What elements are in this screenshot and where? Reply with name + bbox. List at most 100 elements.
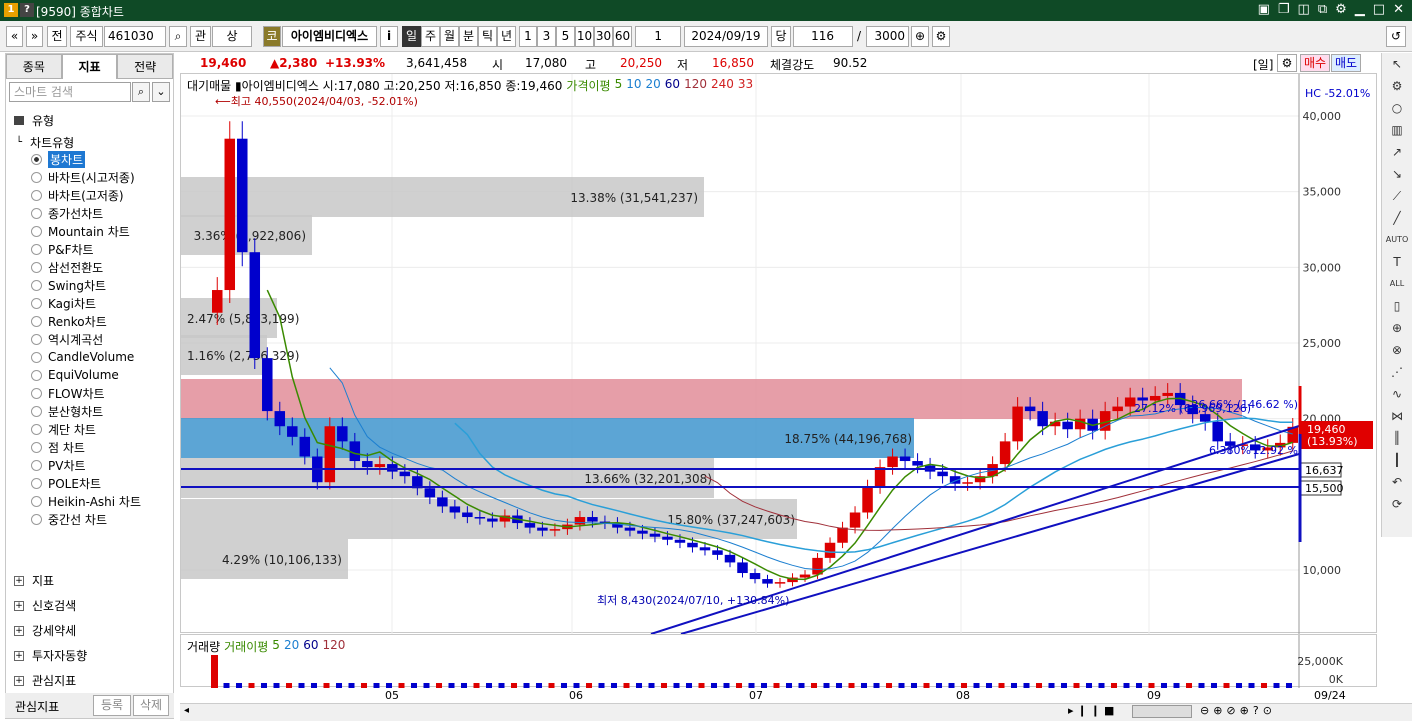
market-select[interactable]: 주식 — [70, 26, 103, 47]
chart-type-3[interactable]: 종가선차트 — [31, 204, 103, 222]
chart-type-20[interactable]: 중간선 차트 — [31, 510, 107, 528]
info-button[interactable]: i — [380, 26, 398, 47]
capture-icon[interactable]: ◫ — [1298, 2, 1310, 17]
playback-controls[interactable]: ▸❙❙■ — [1068, 704, 1118, 717]
zoom-tool-icon[interactable]: ⊕ — [1382, 317, 1412, 339]
interval-3[interactable]: 3 — [537, 26, 556, 47]
chart-type-8[interactable]: Kagi차트 — [31, 294, 96, 312]
expand-icon[interactable]: + — [14, 650, 24, 661]
tab-strategy[interactable]: 전략 — [117, 54, 174, 79]
close-icon[interactable]: ✕ — [1393, 2, 1404, 17]
all-icon[interactable]: ALL — [1382, 273, 1412, 295]
cursor-icon[interactable]: ↖ — [1382, 53, 1412, 75]
history-button[interactable]: » — [26, 26, 43, 47]
text-icon[interactable]: T — [1382, 251, 1412, 273]
chart-type-10[interactable]: 역시계곡선 — [31, 330, 103, 348]
line-icon[interactable]: ╱ — [1382, 207, 1412, 229]
radio-icon[interactable] — [31, 171, 42, 183]
chart-type-15[interactable]: 계단 차트 — [31, 420, 96, 438]
radio-icon[interactable] — [31, 441, 42, 453]
chart-type-1[interactable]: 바차트(시고저종) — [31, 168, 135, 186]
search-icon[interactable]: ⌕ — [169, 26, 187, 47]
interval-select[interactable]: 1 — [635, 26, 681, 47]
period-tick[interactable]: 틱 — [478, 26, 497, 47]
price-chart[interactable]: 13.38% (31,541,237) 3.36% (7,922,806) 2.47… — [180, 73, 1377, 634]
copy-icon[interactable]: ❐ — [1278, 2, 1290, 17]
buy-button[interactable]: 매수 — [1300, 54, 1330, 72]
related-button[interactable]: 관 — [190, 26, 211, 47]
chart-type-12[interactable]: EquiVolume — [31, 366, 119, 384]
volume-chart[interactable]: 25,000K 0K 거래량 거래이평 5 20 60 120 — [180, 634, 1377, 688]
radio-icon[interactable] — [31, 207, 42, 219]
radio-icon[interactable] — [31, 513, 42, 525]
minimize-icon[interactable]: ▁ — [1355, 2, 1365, 17]
chart-type-2[interactable]: 바차트(고저종) — [31, 186, 124, 204]
radio-icon[interactable] — [31, 495, 42, 507]
bar-tool-icon[interactable]: ▥ — [1382, 119, 1412, 141]
total-input[interactable]: 3000 — [866, 26, 909, 47]
pattern-icon[interactable]: ⋈ — [1382, 405, 1412, 427]
help-icon[interactable]: ? — [20, 3, 34, 17]
pin-icon[interactable]: ▣ — [1258, 2, 1270, 17]
radio-icon[interactable] — [31, 351, 42, 363]
count-input[interactable]: 116 — [793, 26, 853, 47]
section-type[interactable]: 유형 — [14, 112, 54, 129]
stock-name[interactable]: 아이엠비디엑스 — [282, 26, 377, 47]
wave-icon[interactable]: ∿ — [1382, 383, 1412, 405]
prev-page-button[interactable]: « — [6, 26, 23, 47]
radio-icon[interactable] — [31, 477, 42, 489]
radio-icon[interactable] — [31, 297, 42, 309]
zoom-icon[interactable]: ⊕ — [911, 26, 929, 47]
chart-gear-icon[interactable]: ⚙ — [1277, 54, 1297, 72]
period-week[interactable]: 주 — [421, 26, 440, 47]
sell-button[interactable]: 매도 — [1331, 54, 1361, 72]
radio-icon[interactable] — [31, 459, 42, 471]
chart-type-19[interactable]: Heikin-Ashi 차트 — [31, 492, 141, 510]
settings-icon[interactable]: ⚙ — [1335, 2, 1347, 17]
group-3[interactable]: + 투자자동향 — [14, 647, 87, 664]
radio-icon[interactable] — [31, 405, 42, 417]
radio-icon[interactable] — [31, 225, 42, 237]
trend3-icon[interactable]: ⟋ — [1382, 185, 1412, 207]
period-day[interactable]: 일 — [402, 26, 421, 47]
group-2[interactable]: + 강세약세 — [14, 622, 76, 639]
refresh-icon[interactable]: ⟳ — [1382, 493, 1412, 515]
radio-icon[interactable] — [31, 243, 42, 255]
trend2-icon[interactable]: ↘ — [1382, 163, 1412, 185]
chevron-down-icon[interactable]: ⌄ — [152, 82, 170, 102]
group-4[interactable]: + 관심지표 — [14, 672, 76, 689]
smart-search-input[interactable]: 스마트 검색 — [9, 82, 131, 102]
interval-30[interactable]: 30 — [594, 26, 613, 47]
scroll-left-icon[interactable]: ◂ — [184, 705, 189, 716]
radio-icon[interactable] — [31, 333, 42, 345]
chart-type-4[interactable]: Mountain 차트 — [31, 222, 130, 240]
code-input[interactable]: 461030 — [104, 26, 166, 47]
bars-icon[interactable]: ║ — [1382, 427, 1412, 449]
chart-type-13[interactable]: FLOW차트 — [31, 384, 105, 402]
radio-icon[interactable] — [31, 153, 42, 165]
expand-icon[interactable]: + — [14, 575, 24, 586]
radio-icon[interactable] — [31, 369, 42, 381]
radio-icon[interactable] — [31, 387, 42, 399]
scroll-thumb[interactable] — [1132, 705, 1192, 718]
period-year[interactable]: 년 — [497, 26, 516, 47]
chart-type-0[interactable]: 봉차트 — [31, 150, 86, 168]
chart-type-6[interactable]: 삼선전환도 — [31, 258, 103, 276]
maximize-icon[interactable]: □ — [1373, 2, 1385, 17]
period-month[interactable]: 월 — [440, 26, 459, 47]
restore-icon[interactable]: ↺ — [1386, 26, 1406, 47]
radio-icon[interactable] — [31, 279, 42, 291]
interval-10[interactable]: 10 — [575, 26, 594, 47]
chart-type-17[interactable]: PV차트 — [31, 456, 86, 474]
group-1[interactable]: + 신호검색 — [14, 597, 76, 614]
expand-icon[interactable]: + — [14, 625, 24, 636]
radio-icon[interactable] — [31, 315, 42, 327]
scroll-bar[interactable]: ◂ ▸❙❙■ ⊖⊕⊘⊕?⊙ — [180, 703, 1412, 721]
chart-type-9[interactable]: Renko차트 — [31, 312, 107, 330]
circle-icon[interactable]: ○ — [1382, 97, 1412, 119]
link-icon[interactable]: ⧉ — [1318, 2, 1327, 17]
zoom2-icon[interactable]: ⊗ — [1382, 339, 1412, 361]
tab-stock[interactable]: 종목 — [6, 54, 62, 79]
radio-icon[interactable] — [31, 189, 42, 201]
chart-type-7[interactable]: Swing차트 — [31, 276, 106, 294]
